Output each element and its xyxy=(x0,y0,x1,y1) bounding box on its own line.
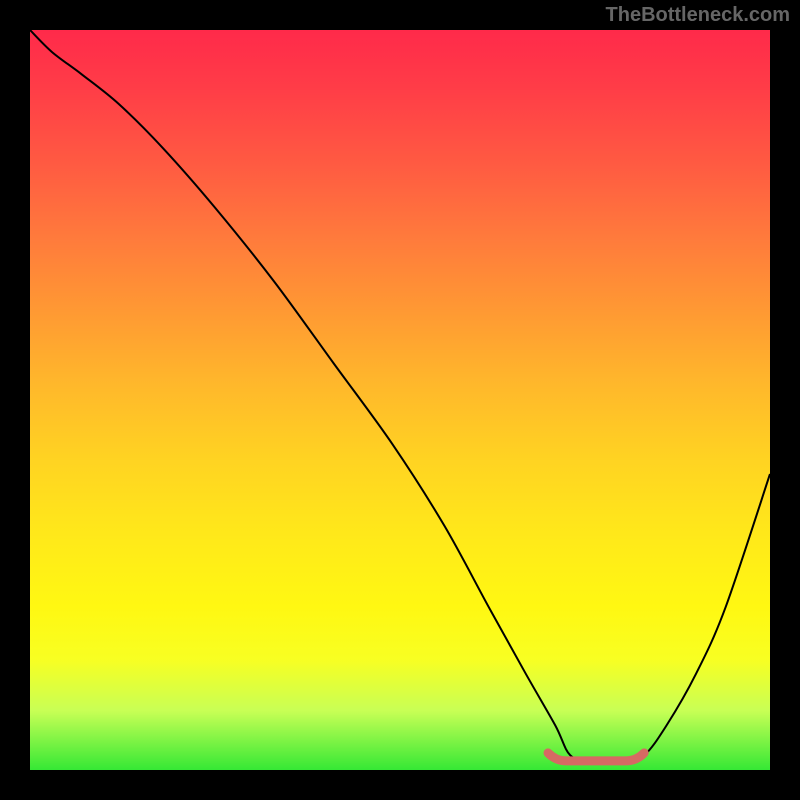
chart-container: TheBottleneck.com xyxy=(0,0,800,800)
bottleneck-curve xyxy=(30,30,770,763)
valley-marker xyxy=(548,753,644,761)
curve-svg xyxy=(30,30,770,770)
plot-area xyxy=(30,30,770,770)
watermark-label: TheBottleneck.com xyxy=(606,4,790,27)
